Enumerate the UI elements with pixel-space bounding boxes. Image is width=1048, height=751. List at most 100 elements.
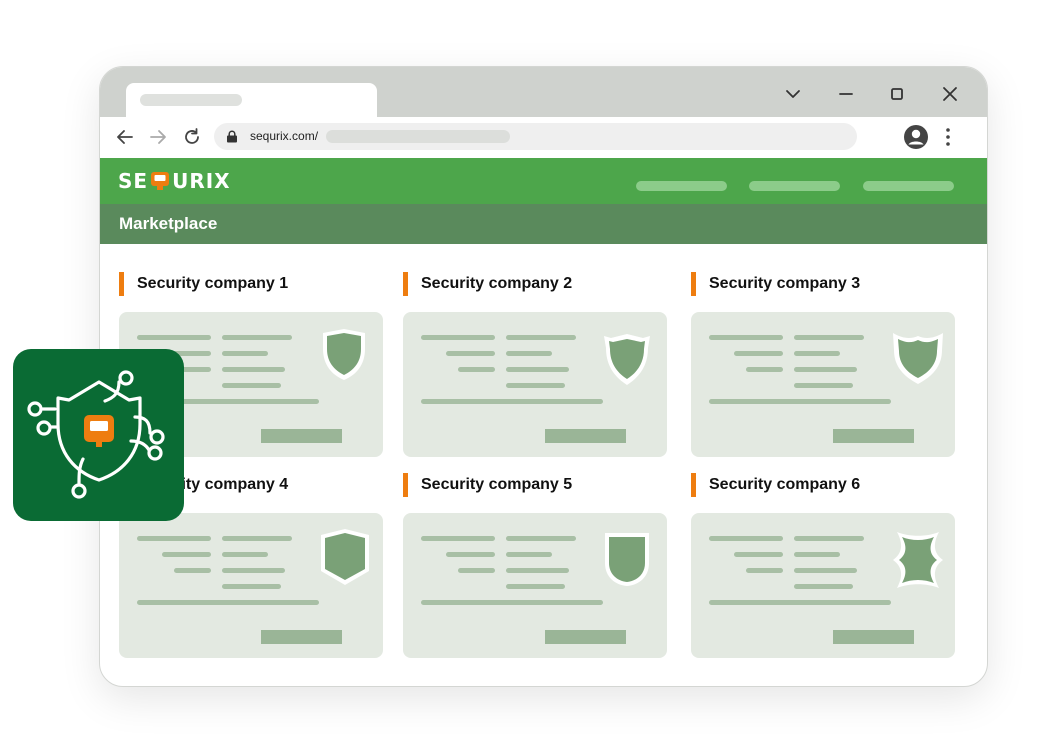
account-icon[interactable]	[903, 124, 929, 150]
address-bar[interactable]: sequrix.com/	[214, 123, 857, 150]
card-text-line	[222, 335, 292, 340]
card-action-button[interactable]	[545, 630, 626, 644]
card-text-line	[446, 552, 495, 557]
maximize-icon[interactable]	[884, 81, 910, 107]
card-action-button[interactable]	[261, 630, 342, 644]
card-text-line	[137, 536, 211, 541]
card-text-line	[506, 536, 576, 541]
nav-link-3[interactable]	[863, 181, 954, 191]
site-header: SE URIX	[100, 158, 987, 204]
tab-strip	[100, 67, 987, 119]
shield-icon	[321, 529, 369, 585]
card-text-line	[222, 367, 285, 372]
logo-monitor-icon	[151, 172, 170, 190]
card-text-line	[222, 568, 285, 573]
card-text-line	[446, 351, 495, 356]
security-app-icon	[13, 349, 184, 521]
page-title: Marketplace	[119, 214, 218, 233]
company-heading: Security company 5	[403, 473, 667, 497]
accent-bar	[403, 473, 408, 497]
shield-icon	[893, 333, 943, 384]
company-card[interactable]	[691, 513, 955, 658]
url-text: sequrix.com/	[250, 129, 319, 143]
company-name: Security company 6	[709, 476, 861, 493]
card-text-line	[794, 335, 864, 340]
card-text-line	[709, 600, 891, 605]
forward-arrow-icon[interactable]	[146, 125, 170, 149]
accent-bar	[691, 473, 696, 497]
company-card[interactable]	[403, 312, 667, 457]
company-name: Security company 1	[137, 275, 289, 292]
close-icon[interactable]	[937, 81, 963, 107]
card-action-button[interactable]	[833, 630, 914, 644]
browser-toolbar: sequrix.com/	[100, 117, 987, 158]
card-text-line	[137, 335, 211, 340]
card-text-line	[506, 335, 576, 340]
card-text-line	[794, 584, 853, 589]
card-text-line	[421, 536, 495, 541]
logo-text-left: SE	[118, 169, 149, 193]
company-heading: Security company 1	[119, 272, 383, 296]
company-name: Security company 5	[421, 476, 573, 493]
card-text-line	[222, 552, 268, 557]
company-card[interactable]	[119, 513, 383, 658]
card-text-line	[506, 568, 569, 573]
shield-icon	[605, 533, 649, 586]
card-text-line	[506, 351, 552, 356]
reload-icon[interactable]	[180, 125, 204, 149]
card-action-button[interactable]	[833, 429, 914, 443]
company-heading: Security company 6	[691, 473, 955, 497]
company-heading: Security company 2	[403, 272, 667, 296]
card-text-line	[794, 552, 840, 557]
card-text-line	[506, 552, 552, 557]
card-text-line	[421, 600, 603, 605]
url-placeholder	[326, 130, 510, 143]
tab-title-placeholder	[140, 94, 242, 106]
accent-bar	[403, 272, 408, 296]
company-card[interactable]	[691, 312, 955, 457]
chevron-down-icon[interactable]	[780, 81, 806, 107]
card-text-line	[794, 351, 840, 356]
card-text-line	[709, 335, 783, 340]
nav-link-2[interactable]	[749, 181, 840, 191]
card-text-line	[794, 536, 864, 541]
card-text-line	[222, 584, 281, 589]
accent-bar	[119, 272, 124, 296]
card-action-button[interactable]	[545, 429, 626, 443]
sequrix-logo[interactable]: SE URIX	[118, 168, 231, 194]
company-heading: Security company 3	[691, 272, 955, 296]
card-text-line	[709, 399, 891, 404]
card-text-line	[458, 568, 495, 573]
card-text-line	[734, 351, 783, 356]
more-menu-icon[interactable]	[939, 126, 957, 148]
card-text-line	[222, 351, 268, 356]
card-text-line	[506, 584, 565, 589]
card-text-line	[458, 367, 495, 372]
card-text-line	[746, 367, 783, 372]
card-text-line	[794, 568, 857, 573]
browser-tab[interactable]	[126, 83, 377, 119]
card-text-line	[794, 367, 857, 372]
accent-bar	[691, 272, 696, 296]
card-text-line	[794, 383, 853, 388]
card-text-line	[709, 536, 783, 541]
company-card[interactable]	[403, 513, 667, 658]
company-name: Security company 2	[421, 275, 573, 292]
back-arrow-icon[interactable]	[113, 125, 137, 149]
logo-text-right: URIX	[172, 169, 231, 193]
marketplace-bar: Marketplace	[100, 204, 987, 244]
shield-icon	[323, 329, 365, 380]
card-text-line	[222, 536, 292, 541]
card-text-line	[506, 367, 569, 372]
nav-link-1[interactable]	[636, 181, 727, 191]
card-text-line	[137, 600, 319, 605]
card-text-line	[174, 568, 211, 573]
minimize-icon[interactable]	[833, 81, 859, 107]
browser-window: sequrix.com/ SE URIX Marketplace Securit…	[99, 66, 988, 687]
card-text-line	[506, 383, 565, 388]
shield-icon	[604, 334, 650, 385]
card-text-line	[421, 335, 495, 340]
card-action-button[interactable]	[261, 429, 342, 443]
card-text-line	[734, 552, 783, 557]
card-text-line	[746, 568, 783, 573]
